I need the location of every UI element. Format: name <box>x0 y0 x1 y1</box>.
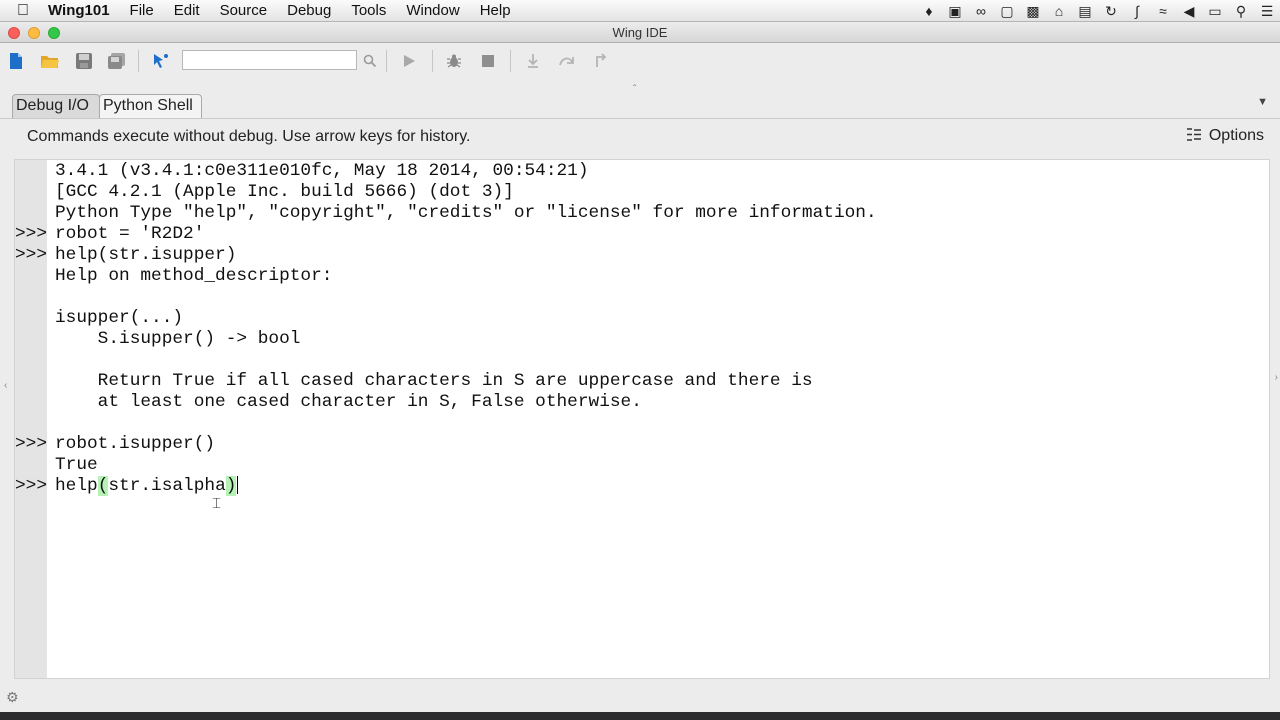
options-label: Options <box>1208 127 1264 144</box>
text-caret <box>237 476 239 495</box>
shell-input-text[interactable]: str.isalpha <box>108 476 225 496</box>
menu-window[interactable]: Window <box>396 2 469 19</box>
menu-bar:  Wing101 File Edit Source Debug Tools W… <box>0 0 1280 22</box>
volume-icon[interactable]: ◀ <box>1176 3 1202 20</box>
new-file-icon[interactable] <box>5 50 27 72</box>
shell-line-text: robot = 'R2D2' <box>55 224 205 244</box>
shell-info-text: Commands execute without debug. Use arro… <box>27 128 471 145</box>
tab-python-shell[interactable]: Python Shell <box>99 94 202 118</box>
display-icon[interactable]: ▣ <box>942 3 968 20</box>
status-bar: ⚙ <box>0 686 1280 710</box>
toolbar-separator <box>432 50 433 72</box>
open-folder-icon[interactable] <box>39 50 61 72</box>
shell-line-text: 3.4.1 (v3.4.1:c0e311e010fc, May 18 2014,… <box>55 161 589 181</box>
window-title: Wing IDE <box>612 25 668 40</box>
toolbar <box>0 44 1280 78</box>
window-icon[interactable]: ▢ <box>994 3 1020 20</box>
menu-help[interactable]: Help <box>470 2 521 19</box>
menu-edit[interactable]: Edit <box>164 2 210 19</box>
bell-icon[interactable]: ♦ <box>916 3 942 19</box>
shell-line-text: Return True if all cased characters in S… <box>55 371 813 391</box>
toolbar-separator <box>510 50 511 72</box>
menu-app-name[interactable]: Wing101 <box>46 2 120 19</box>
shell-line: Python Type "help", "copyright", "credit… <box>15 203 1255 224</box>
shell-line-text: Python Type "help", "copyright", "credit… <box>55 203 877 223</box>
battery-icon[interactable]: ▭ <box>1202 3 1228 20</box>
menubar-status-area: ♦ ▣ ∞ ▢ ▩ ⌂ ▤ ↻ ∫ ≈ ◀ ▭ ⚲ ☰ <box>916 0 1280 22</box>
left-split-handle-icon[interactable]: ‹ <box>4 380 7 391</box>
shell-line: True <box>15 455 1255 476</box>
run-icon[interactable] <box>398 50 420 72</box>
shell-line-text: S.isupper() -> bool <box>55 329 301 349</box>
home-icon[interactable]: ⌂ <box>1046 3 1072 19</box>
wifi-icon[interactable]: ≈ <box>1150 3 1176 19</box>
shell-output: 3.4.1 (v3.4.1:c0e311e010fc, May 18 2014,… <box>15 161 1255 497</box>
shell-line-text: robot.isupper() <box>55 434 216 454</box>
search-icon[interactable] <box>359 50 381 72</box>
debug-icon[interactable] <box>443 50 465 72</box>
shell-line: 3.4.1 (v3.4.1:c0e311e010fc, May 18 2014,… <box>15 161 1255 182</box>
step-into-icon[interactable] <box>522 50 544 72</box>
options-button[interactable]: Options <box>1186 127 1264 145</box>
shell-line: >>> robot.isupper() <box>15 434 1255 455</box>
toolbar-separator <box>386 50 387 72</box>
shell-line: S.isupper() -> bool <box>15 329 1255 350</box>
right-split-handle-icon[interactable]: › <box>1275 372 1278 383</box>
camera-icon[interactable]: ▩ <box>1020 3 1046 20</box>
ibeam-cursor-icon: ⌶ <box>212 494 222 512</box>
toolbar-separator <box>138 50 139 72</box>
shell-line: >>> help(str.isupper) <box>15 245 1255 266</box>
shell-prompt: >>> <box>15 245 48 265</box>
save-icon[interactable] <box>73 50 95 72</box>
menu-file[interactable]: File <box>120 2 164 19</box>
shell-prompt: >>> <box>15 224 48 244</box>
shell-prompt: >>> <box>15 476 48 496</box>
step-over-icon[interactable] <box>556 50 578 72</box>
time-machine-icon[interactable]: ↻ <box>1098 3 1124 20</box>
window-titlebar: Wing IDE <box>0 23 1280 43</box>
status-debug-icon[interactable]: ⚙ <box>6 689 19 706</box>
shell-input-line[interactable]: >>> help(str.isalpha) <box>15 476 1255 497</box>
shell-line-text: [GCC 4.2.1 (Apple Inc. build 5666) (dot … <box>55 182 514 202</box>
apple-icon[interactable]:  <box>0 2 46 20</box>
save-all-icon[interactable] <box>106 50 128 72</box>
step-out-icon[interactable] <box>590 50 612 72</box>
python-shell-console[interactable]: 3.4.1 (v3.4.1:c0e311e010fc, May 18 2014,… <box>14 159 1270 679</box>
shell-prompt: >>> <box>15 434 48 454</box>
shell-line-text: isupper(...) <box>55 308 184 328</box>
screen-bottom-edge <box>0 712 1280 720</box>
shell-line-text: True <box>55 455 98 475</box>
spotlight-icon[interactable]: ⚲ <box>1228 3 1254 20</box>
options-menu-icon <box>1186 128 1201 144</box>
glasses-icon[interactable]: ∞ <box>968 3 994 19</box>
tool-tab-bar: Debug I/O Python Shell ▼ <box>0 94 1280 118</box>
shell-line: at least one cased character in S, False… <box>15 392 1255 413</box>
shell-line: Return True if all cased characters in S… <box>15 371 1255 392</box>
shell-line-text: help(str.isupper) <box>55 245 237 265</box>
matched-paren-close: ) <box>225 476 237 496</box>
menu-tools[interactable]: Tools <box>341 2 396 19</box>
shell-line: >>> robot = 'R2D2' <box>15 224 1255 245</box>
battery-meter-icon[interactable]: ▤ <box>1072 3 1098 20</box>
stop-icon[interactable] <box>477 50 499 72</box>
tab-menu-dropdown-icon[interactable]: ▼ <box>1257 96 1268 108</box>
select-tool-icon[interactable] <box>150 50 172 72</box>
bluetooth-icon[interactable]: ∫ <box>1124 3 1150 19</box>
matched-paren-open: ( <box>97 476 109 496</box>
toolbar-search-input[interactable] <box>182 50 357 70</box>
menu-debug[interactable]: Debug <box>277 2 341 19</box>
menu-source[interactable]: Source <box>210 2 278 19</box>
shell-input-text[interactable]: help <box>55 476 98 496</box>
shell-line: [GCC 4.2.1 (Apple Inc. build 5666) (dot … <box>15 182 1255 203</box>
shell-line: isupper(...) <box>15 308 1255 329</box>
shell-line-text: Help on method_descriptor: <box>55 266 333 286</box>
tab-debug-io[interactable]: Debug I/O <box>12 94 100 118</box>
shell-info-bar: Commands execute without debug. Use arro… <box>0 118 1280 157</box>
shell-line-text: at least one cased character in S, False… <box>55 392 642 412</box>
shell-line: Help on method_descriptor: <box>15 266 1255 287</box>
list-icon[interactable]: ☰ <box>1254 3 1280 20</box>
